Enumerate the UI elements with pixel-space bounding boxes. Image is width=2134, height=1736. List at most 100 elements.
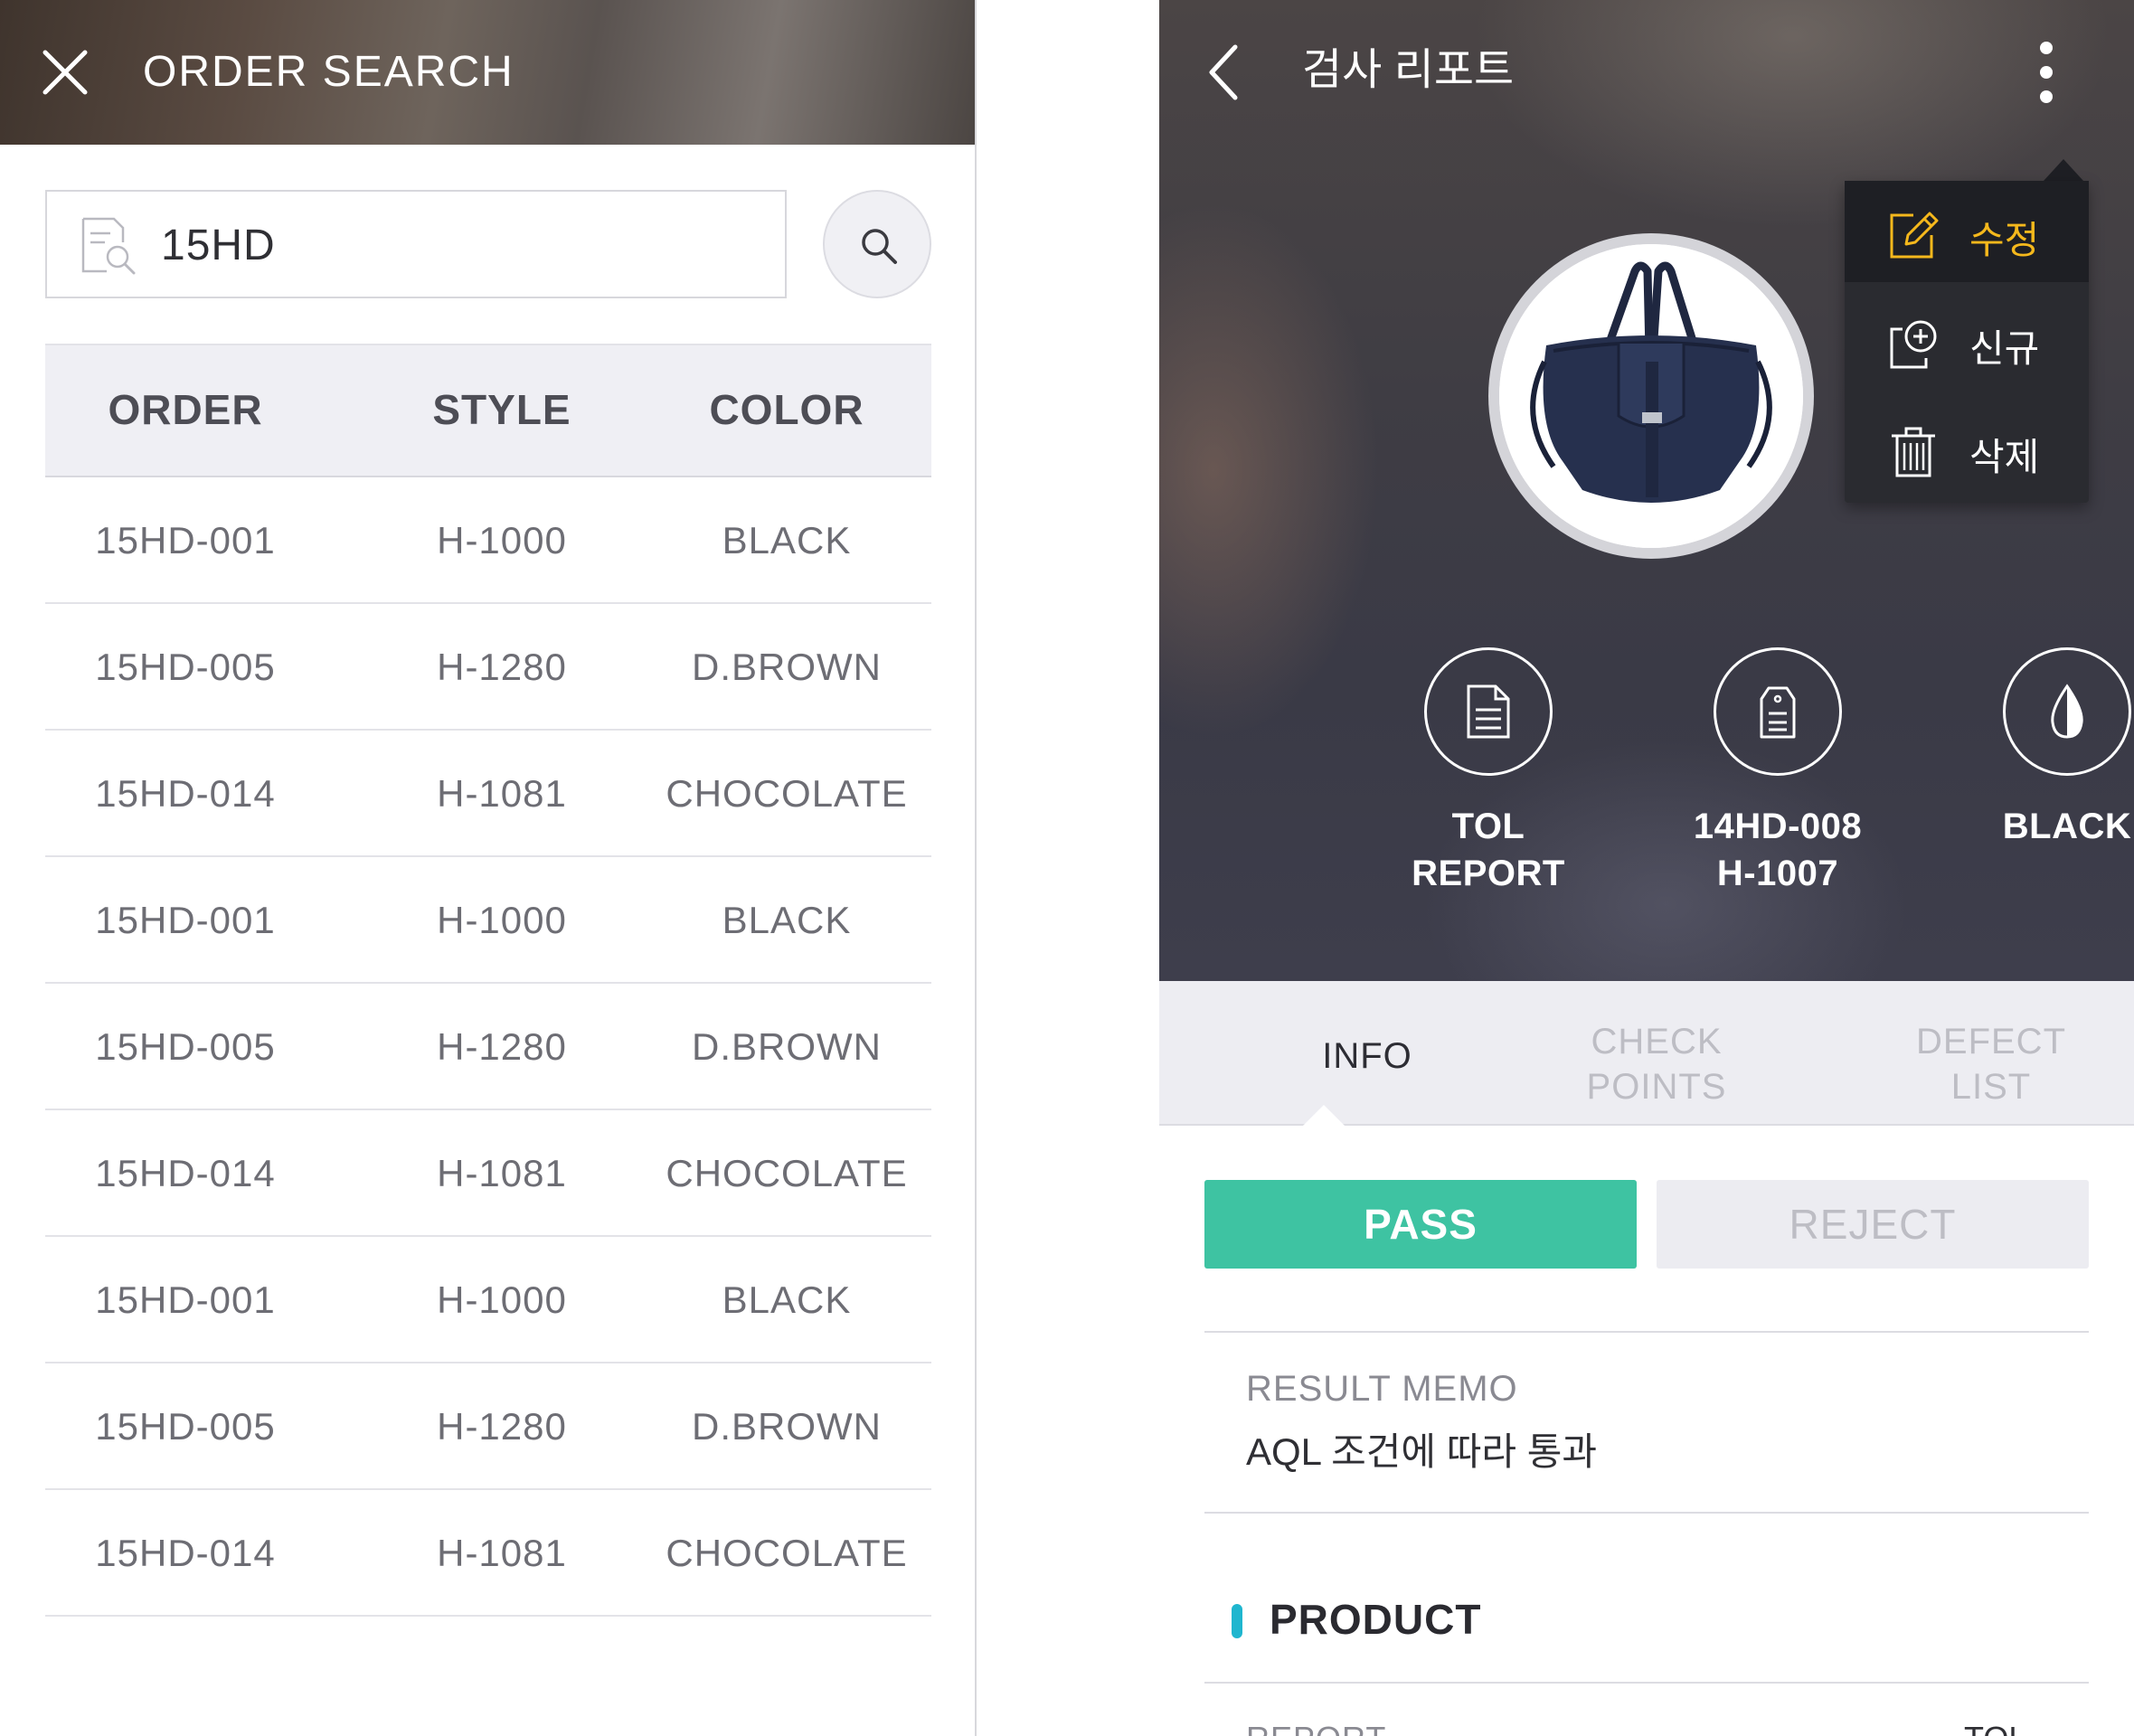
style-cell: H-1081 (437, 1152, 567, 1194)
tab-defect-list[interactable]: DEFECT LIST (1855, 981, 2127, 1124)
color-cell: D.BROWN (692, 1025, 882, 1068)
product-section-heading: PRODUCT (1270, 1596, 1482, 1643)
order-cell: 15HD-005 (95, 646, 276, 688)
order-style-stat: 14HD-008 H-1007 (1642, 647, 1913, 897)
menu-caret (2044, 159, 2083, 181)
trash-icon (1892, 427, 1935, 477)
report-type-stat: TOL REPORT (1353, 647, 1624, 897)
table-row[interactable]: 15HD-005 H-1280 D.BROWN (45, 1363, 931, 1490)
product-image (1488, 233, 1814, 559)
search-field[interactable] (45, 190, 787, 298)
table-row[interactable]: 15HD-005 H-1280 D.BROWN (45, 604, 931, 731)
style-cell: H-1280 (437, 646, 567, 688)
tab-label: DEFECT (1916, 1022, 2066, 1061)
document-icon (1424, 647, 1553, 776)
style-cell: H-1081 (437, 1532, 567, 1574)
table-row[interactable]: 15HD-005 H-1280 D.BROWN (45, 984, 931, 1110)
style-cell: H-1081 (437, 772, 567, 815)
color-cell: BLACK (722, 519, 852, 561)
document-search-icon (80, 217, 137, 275)
page-title: 검사 리포트 (1302, 46, 1515, 94)
order-cell: 15HD-001 (95, 519, 276, 561)
order-cell: 15HD-014 (95, 772, 276, 815)
inspection-report-screen: 검사 리포트 TOL REPORT 14HD-008 H-1007 BLACK … (1159, 0, 2134, 1736)
table-header: ORDER STYLE COLOR (45, 344, 931, 477)
reject-button[interactable]: REJECT (1657, 1180, 2089, 1269)
pass-button[interactable]: PASS (1204, 1180, 1637, 1269)
result-memo-label: RESULT MEMO (1246, 1369, 1518, 1409)
tab-label: LIST (1950, 1067, 2032, 1107)
menu-item-label: 삭제 (1969, 436, 2040, 478)
tab-label: POINTS (1586, 1067, 1727, 1107)
drop-icon (2003, 647, 2131, 776)
order-cell: 15HD-005 (95, 1025, 276, 1068)
new-document-icon (1890, 320, 1937, 369)
search-button[interactable] (823, 190, 931, 298)
color-cell: D.BROWN (692, 1405, 882, 1448)
tag-icon (1714, 647, 1842, 776)
color-cell: BLACK (722, 899, 852, 941)
search-input[interactable] (161, 210, 758, 280)
divider (1204, 1331, 2089, 1333)
divider (1204, 1682, 2089, 1684)
tab-label: CHECK (1591, 1022, 1723, 1061)
close-icon[interactable] (40, 47, 90, 98)
color-stat: BLACK (1931, 647, 2134, 850)
stat-line1: TOL (1451, 807, 1525, 846)
report-row-value: TOL (1964, 1720, 2026, 1736)
menu-dot (2040, 66, 2053, 79)
color-cell: CHOCOLATE (666, 1532, 908, 1574)
back-arrow-icon[interactable] (1199, 40, 1250, 105)
stat-line1: BLACK (2002, 807, 2132, 846)
report-tabs: INFO CHECK POINTS DEFECT LIST (1159, 981, 2134, 1126)
edit-icon (1890, 212, 1939, 259)
order-table: ORDER STYLE COLOR 15HD-001 H-1000 BLACK … (45, 344, 931, 1617)
table-row[interactable]: 15HD-014 H-1081 CHOCOLATE (45, 1490, 931, 1617)
order-cell: 15HD-001 (95, 899, 276, 941)
style-cell: H-1000 (437, 899, 567, 941)
table-row[interactable]: 15HD-001 H-1000 BLACK (45, 477, 931, 604)
menu-item-edit[interactable]: 수정 (1845, 181, 2089, 282)
context-menu: 수정 신규 삭제 (1845, 181, 2089, 503)
menu-item-new[interactable]: 신규 (1845, 289, 2089, 391)
more-vertical-icon[interactable] (2029, 36, 2065, 108)
style-cell: H-1000 (437, 519, 567, 561)
order-cell: 15HD-014 (95, 1532, 276, 1574)
column-header-color[interactable]: COLOR (642, 385, 931, 434)
column-header-style[interactable]: STYLE (366, 385, 637, 434)
order-cell: 15HD-001 (95, 1278, 276, 1321)
stat-line2: REPORT (1412, 854, 1565, 893)
stat-line2: H-1007 (1716, 854, 1839, 893)
menu-item-delete[interactable]: 삭제 (1845, 398, 2089, 499)
page-title: ORDER SEARCH (143, 48, 515, 96)
tab-check-points[interactable]: CHECK POINTS (1521, 981, 1792, 1124)
order-search-screen: ORDER SEARCH ORDER STYLE COLOR 15HD-0 (0, 0, 977, 1736)
section-marker (1232, 1604, 1242, 1638)
order-cell: 15HD-005 (95, 1405, 276, 1448)
color-cell: D.BROWN (692, 646, 882, 688)
style-cell: H-1280 (437, 1025, 567, 1068)
table-row[interactable]: 15HD-014 H-1081 CHOCOLATE (45, 1110, 931, 1237)
style-cell: H-1280 (437, 1405, 567, 1448)
stat-line1: 14HD-008 (1693, 807, 1863, 846)
table-row[interactable]: 15HD-014 H-1081 CHOCOLATE (45, 731, 931, 857)
style-cell: H-1000 (437, 1278, 567, 1321)
table-row[interactable]: 15HD-001 H-1000 BLACK (45, 1237, 931, 1363)
column-header-order[interactable]: ORDER (45, 385, 326, 434)
color-cell: BLACK (722, 1278, 852, 1321)
tab-info[interactable]: INFO (1250, 981, 1485, 1124)
active-tab-indicator (1302, 1105, 1346, 1127)
menu-dot (2040, 42, 2053, 54)
result-memo-value: AQL 조건에 따라 통과 (1246, 1430, 1597, 1473)
tab-label: INFO (1322, 1036, 1412, 1076)
divider (1204, 1512, 2089, 1514)
order-cell: 15HD-014 (95, 1152, 276, 1194)
menu-item-label: 수정 (1969, 219, 2040, 261)
color-cell: CHOCOLATE (666, 772, 908, 815)
table-row[interactable]: 15HD-001 H-1000 BLACK (45, 857, 931, 984)
color-cell: CHOCOLATE (666, 1152, 908, 1194)
menu-item-label: 신규 (1969, 327, 2040, 370)
report-row-label: REPORT (1246, 1720, 1386, 1736)
menu-dot (2040, 90, 2053, 103)
search-icon (862, 229, 897, 264)
